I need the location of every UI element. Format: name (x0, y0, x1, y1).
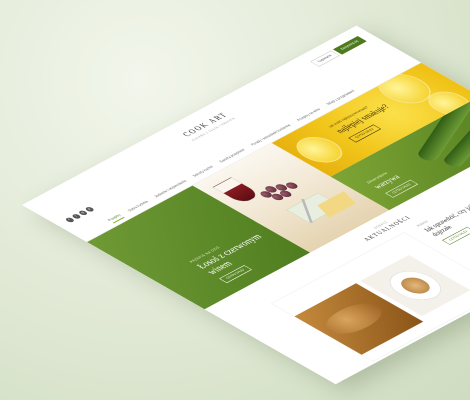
brand-logo[interactable]: COOK ART KUCHNIA Z PASJĄ I SMAKIEM (166, 103, 250, 149)
mockup-stage: f COOK ART KUCHNIA Z PASJĄ I SMAKIEM f t… (0, 0, 470, 400)
login-button[interactable]: Logowanie (310, 50, 340, 67)
register-button[interactable]: Zarejestruj się (333, 36, 367, 55)
website-screenshot: f COOK ART KUCHNIA Z PASJĄ I SMAKIEM f t… (22, 25, 470, 385)
side-icon[interactable]: f (324, 25, 345, 34)
brand-name: COOK ART (180, 111, 231, 139)
header-actions: Logowanie Zarejestruj się (310, 36, 367, 67)
nav-item-recipes[interactable]: Przepisy (106, 213, 125, 224)
social-links: f t g p (64, 206, 96, 223)
bread-image (315, 297, 393, 340)
